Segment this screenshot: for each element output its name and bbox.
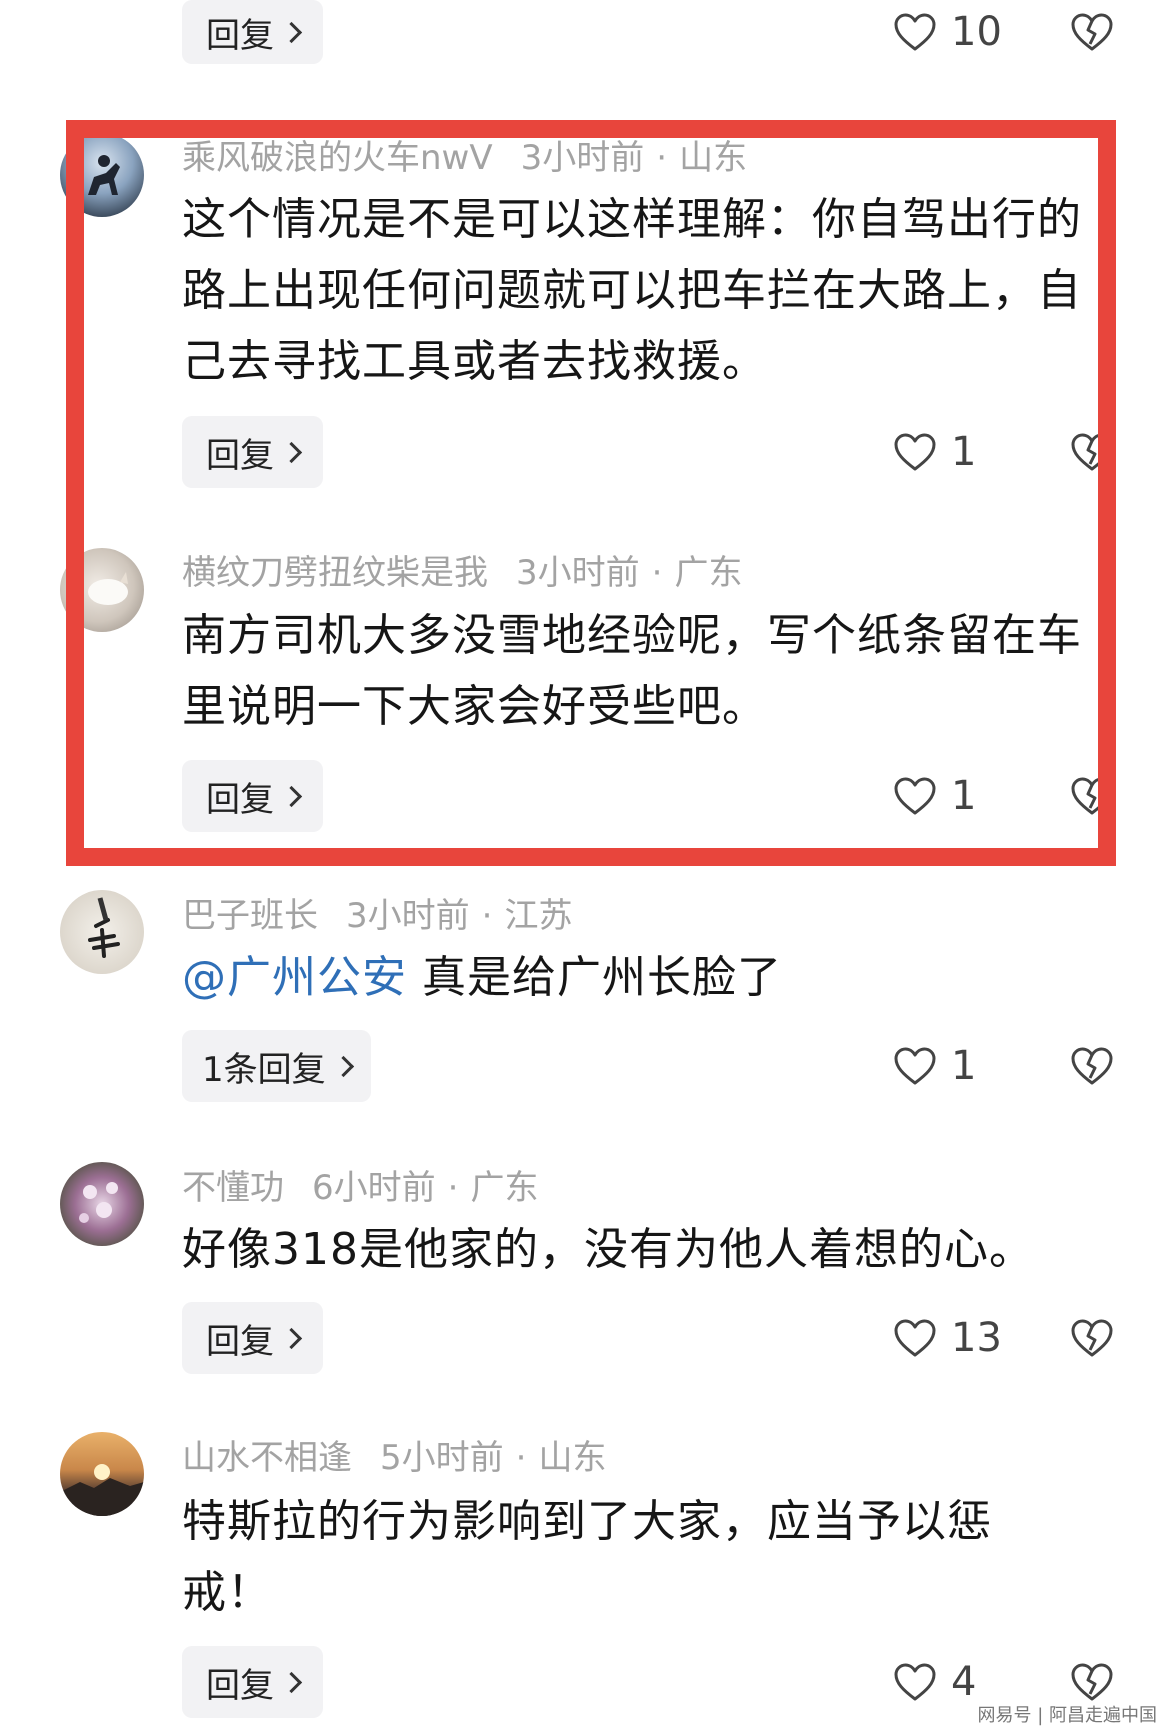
- broken-heart-icon: [1070, 1318, 1114, 1358]
- like-button[interactable]: 13: [893, 1302, 1002, 1374]
- reply-label: 回复: [206, 15, 274, 56]
- sunset-photo-icon: [60, 1464, 144, 1516]
- username[interactable]: 乘风破浪的火车nwV: [182, 138, 493, 178]
- dislike-button[interactable]: [1070, 1302, 1116, 1374]
- highlight-clip: [1102, 120, 1169, 866]
- chevron-right-icon: [332, 1055, 354, 1077]
- comment-time: 3小时前: [516, 553, 640, 593]
- watermark: 网易号 | 阿昌走遍中国: [977, 1705, 1157, 1726]
- broken-heart-icon: [1070, 12, 1114, 52]
- username[interactable]: 横纹刀劈扭纹柴是我: [182, 553, 488, 593]
- heart-icon: [893, 432, 937, 472]
- calligraphy-icon: [88, 897, 120, 958]
- like-count: 1: [951, 773, 977, 819]
- meta-separator: ·: [651, 553, 663, 593]
- chevron-right-icon: [280, 785, 303, 807]
- like-count: 10: [951, 9, 1002, 55]
- reply-label: 1条回复: [202, 1049, 326, 1090]
- comment-text: @广州公安 真是给广州长脸了: [182, 942, 1112, 1013]
- meta-separator: ·: [447, 1168, 459, 1208]
- heart-icon: [893, 12, 937, 52]
- comment-meta: 横纹刀劈扭纹柴是我 3小时前 · 广东: [182, 545, 742, 594]
- comment-text: 好像318是他家的，没有为他人着想的心。: [182, 1224, 1034, 1275]
- comment-meta: 山水不相逢 5小时前 · 山东: [182, 1430, 606, 1479]
- username[interactable]: 山水不相逢: [182, 1438, 352, 1478]
- dislike-button[interactable]: [1070, 1030, 1116, 1102]
- comment-time: 6小时前: [312, 1168, 436, 1208]
- comment-location: 山东: [679, 138, 748, 178]
- view-replies-button[interactable]: 1条回复: [182, 1030, 371, 1102]
- comment-location: 广东: [470, 1168, 539, 1208]
- heart-icon: [893, 776, 937, 816]
- avatar[interactable]: [60, 1432, 144, 1516]
- like-button[interactable]: 4: [893, 1646, 976, 1718]
- mention-link[interactable]: @广州公安: [182, 952, 407, 1003]
- like-button[interactable]: 10: [893, 0, 1002, 68]
- like-count: 1: [951, 429, 977, 475]
- chevron-right-icon: [280, 441, 303, 463]
- comment-location: 江苏: [504, 896, 573, 936]
- avatar[interactable]: [60, 1162, 144, 1246]
- comment-text: 这个情况是不是可以这样理解：你自驾出行的路上出现任何问题就可以把车拦在大路上，自…: [182, 194, 1082, 387]
- meta-separator: ·: [481, 896, 493, 936]
- avatar[interactable]: [60, 548, 144, 632]
- comment-location: 广东: [674, 553, 743, 593]
- like-button[interactable]: 1: [893, 760, 976, 832]
- avatar[interactable]: [60, 890, 144, 974]
- heart-icon: [893, 1046, 937, 1086]
- reply-button[interactable]: 回复: [182, 1302, 323, 1374]
- broken-heart-icon: [1070, 1046, 1114, 1086]
- cat-photo-icon: [88, 572, 128, 605]
- username[interactable]: 巴子班长: [182, 896, 318, 936]
- broken-heart-icon: [1070, 1662, 1114, 1702]
- dislike-button[interactable]: [1070, 0, 1116, 68]
- comment-location: 山东: [538, 1438, 607, 1478]
- chevron-right-icon: [280, 21, 303, 43]
- flower-photo-icon: [79, 1182, 118, 1223]
- reply-label: 回复: [206, 779, 274, 820]
- comment-text-body: 真是给广州长脸了: [407, 952, 782, 1003]
- comment-time: 3小时前: [520, 138, 645, 178]
- comment-time: 3小时前: [346, 896, 470, 936]
- comment-text: 特斯拉的行为影响到了大家，应当予以惩戒！: [182, 1496, 992, 1618]
- like-button[interactable]: 1: [893, 1030, 976, 1102]
- meta-separator: ·: [656, 138, 668, 178]
- comment-meta: 不懂功 6小时前 · 广东: [182, 1160, 538, 1209]
- avatar[interactable]: [60, 133, 144, 217]
- reply-button[interactable]: 回复: [182, 760, 323, 832]
- comment-meta: 巴子班长 3小时前 · 江苏: [182, 888, 572, 937]
- heart-icon: [893, 1318, 937, 1358]
- like-count: 1: [951, 1043, 977, 1089]
- comment-time: 5小时前: [380, 1438, 504, 1478]
- meta-separator: ·: [515, 1438, 527, 1478]
- username[interactable]: 不懂功: [182, 1168, 284, 1208]
- like-count: 4: [951, 1659, 977, 1705]
- chevron-right-icon: [280, 1327, 303, 1349]
- chevron-right-icon: [280, 1671, 303, 1693]
- like-count: 13: [951, 1315, 1002, 1361]
- horse-rider-icon: [88, 155, 120, 195]
- reply-label: 回复: [206, 1321, 274, 1362]
- reply-button[interactable]: 回复: [182, 416, 323, 488]
- comment-text: 南方司机大多没雪地经验呢，写个纸条留在车里说明一下大家会好受些吧。: [182, 610, 1082, 732]
- reply-button[interactable]: 回复: [182, 1646, 323, 1718]
- heart-icon: [893, 1662, 937, 1702]
- reply-button[interactable]: 回复: [182, 0, 323, 64]
- like-button[interactable]: 1: [893, 416, 976, 488]
- comment-meta: 乘风破浪的火车nwV 3小时前 · 山东: [182, 130, 747, 179]
- reply-label: 回复: [206, 435, 274, 476]
- reply-label: 回复: [206, 1665, 274, 1706]
